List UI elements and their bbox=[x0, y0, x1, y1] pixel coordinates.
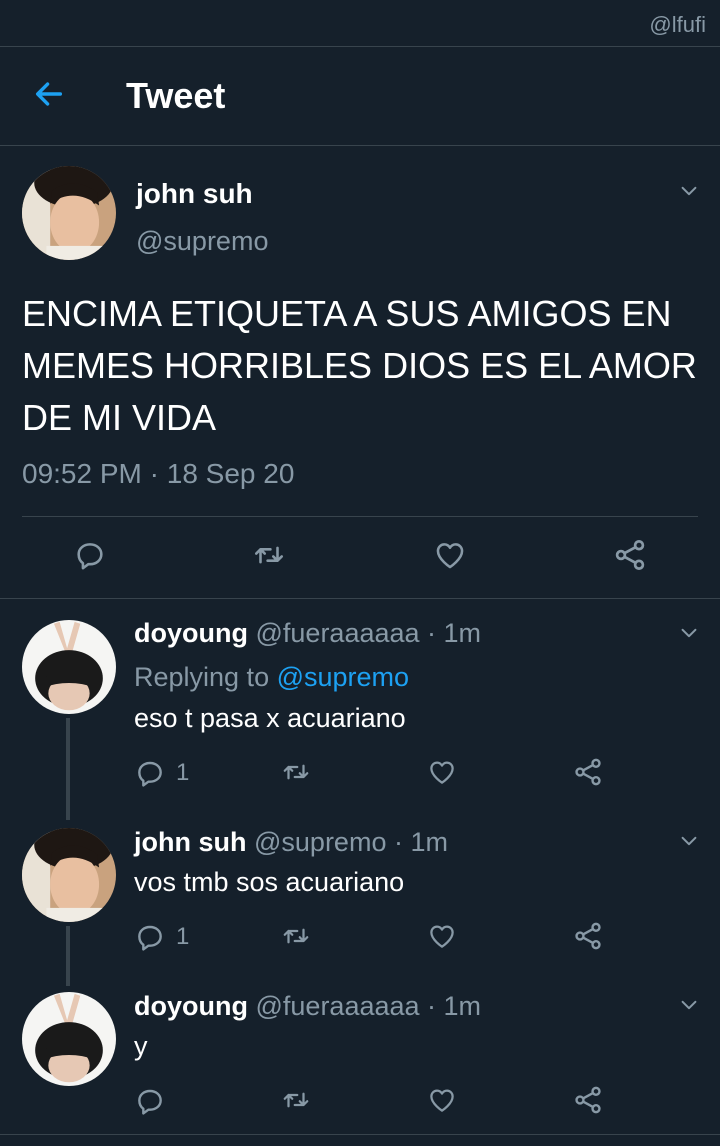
chevron-down-icon[interactable] bbox=[678, 994, 700, 1016]
reply-time: · 1m bbox=[427, 618, 482, 648]
avatar[interactable] bbox=[22, 620, 116, 714]
reply-text: y bbox=[134, 1031, 148, 1061]
reply-time: · 1m bbox=[393, 827, 448, 857]
reply-text: vos tmb sos acuariano bbox=[134, 867, 405, 897]
retweet-icon[interactable] bbox=[279, 757, 313, 787]
chevron-down-icon[interactable] bbox=[678, 180, 700, 202]
divider bbox=[0, 598, 720, 599]
reply-text: eso t pasa x acuariano bbox=[134, 703, 406, 733]
author-name[interactable]: doyoung bbox=[134, 991, 248, 1021]
retweet-icon[interactable] bbox=[250, 538, 288, 572]
author-name[interactable]: doyoung bbox=[134, 618, 248, 648]
avatar[interactable] bbox=[22, 992, 116, 1086]
reply-action[interactable]: 1 bbox=[134, 757, 189, 789]
divider bbox=[0, 1134, 720, 1135]
share-icon[interactable] bbox=[612, 537, 648, 573]
tweet-time: 09:52 PM bbox=[22, 458, 142, 489]
retweet-icon[interactable] bbox=[279, 1085, 313, 1115]
chevron-down-icon[interactable] bbox=[678, 830, 700, 852]
reply-action[interactable]: 1 bbox=[134, 921, 189, 953]
replying-to-label: Replying to bbox=[134, 662, 277, 692]
share-icon[interactable] bbox=[572, 920, 604, 952]
top-bar: @lfufi bbox=[0, 0, 720, 47]
reply-header: doyoung @fueraaaaaa · 1m bbox=[134, 618, 481, 649]
tweet-timestamp: 09:52 PM · 18 Sep 20 bbox=[22, 458, 294, 490]
page-title: Tweet bbox=[126, 75, 226, 116]
watermark: @lfufi bbox=[649, 12, 706, 37]
reply-header: doyoung @fueraaaaaa · 1m bbox=[134, 991, 481, 1022]
reply-header: john suh @supremo · 1m bbox=[134, 827, 448, 858]
share-icon[interactable] bbox=[572, 756, 604, 788]
avatar[interactable] bbox=[22, 828, 116, 922]
like-icon[interactable] bbox=[432, 538, 468, 572]
author-handle[interactable]: @supremo bbox=[136, 226, 268, 257]
replying-to: Replying to @supremo bbox=[134, 662, 409, 693]
reply-icon[interactable] bbox=[134, 1085, 166, 1117]
timestamp-separator: · bbox=[149, 458, 159, 489]
thread-line bbox=[66, 926, 70, 986]
divider bbox=[22, 516, 698, 517]
share-icon[interactable] bbox=[572, 1084, 604, 1116]
retweet-icon[interactable] bbox=[279, 921, 313, 951]
reply-icon[interactable] bbox=[134, 921, 166, 953]
tweet-text: ENCIMA ETIQUETA A SUS AMIGOS EN MEMES HO… bbox=[22, 293, 697, 438]
reply-count: 1 bbox=[176, 923, 190, 950]
like-icon[interactable] bbox=[426, 1085, 458, 1115]
reply-count: 1 bbox=[176, 759, 190, 786]
like-icon[interactable] bbox=[426, 921, 458, 951]
reply-icon[interactable] bbox=[73, 538, 107, 572]
author-handle[interactable]: @fueraaaaaa bbox=[256, 991, 420, 1021]
reply-time: · 1m bbox=[427, 991, 482, 1021]
thread-line bbox=[66, 718, 70, 820]
header-bar: Tweet bbox=[0, 47, 720, 146]
reply-icon[interactable] bbox=[134, 757, 166, 789]
tweet-date[interactable]: 18 Sep 20 bbox=[167, 458, 295, 489]
author-handle[interactable]: @supremo bbox=[254, 827, 386, 857]
replying-to-handle[interactable]: @supremo bbox=[277, 662, 409, 692]
chevron-down-icon[interactable] bbox=[678, 622, 700, 644]
back-arrow-icon[interactable] bbox=[32, 77, 66, 111]
author-name[interactable]: john suh bbox=[134, 827, 246, 857]
author-name[interactable]: john suh bbox=[136, 178, 253, 210]
avatar[interactable] bbox=[22, 166, 116, 260]
author-handle[interactable]: @fueraaaaaa bbox=[256, 618, 420, 648]
like-icon[interactable] bbox=[426, 757, 458, 787]
